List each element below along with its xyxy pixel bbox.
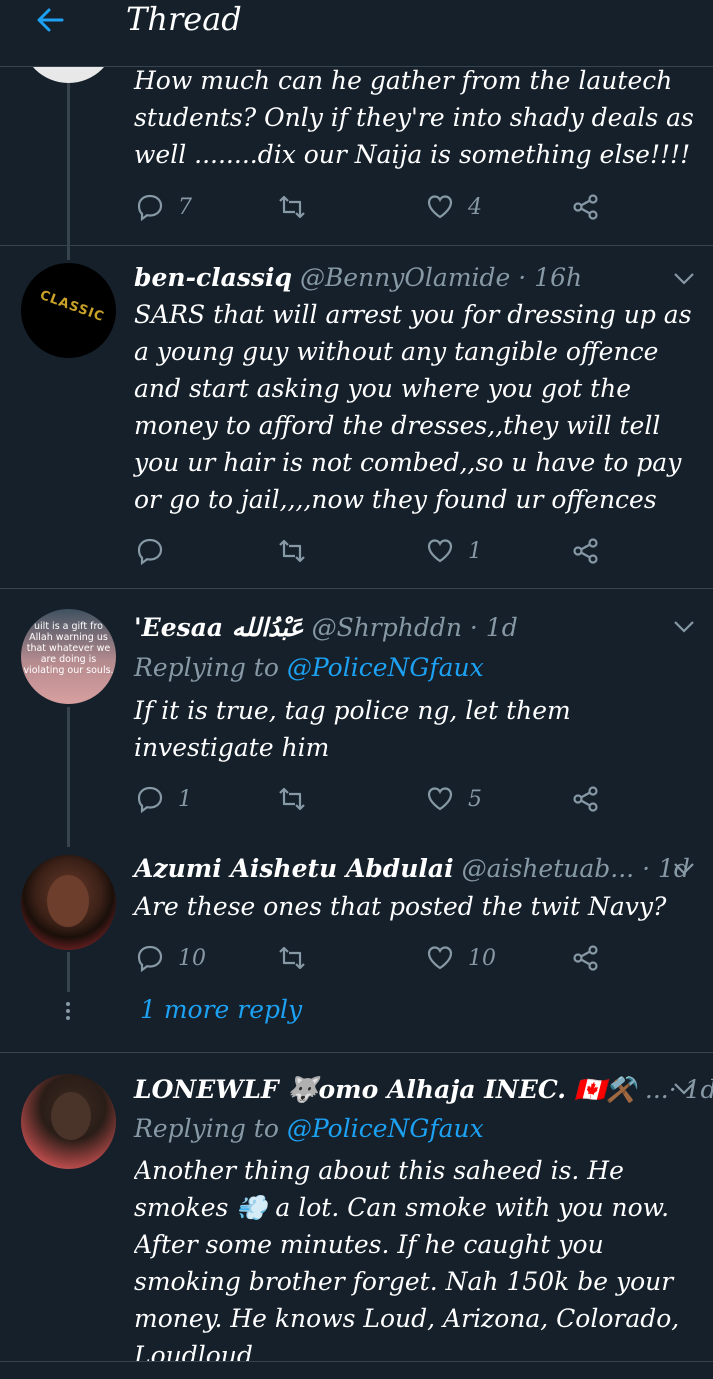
avatar-logo-text: CLASSIC: [37, 287, 107, 326]
tweet-actions: 1 5: [136, 784, 606, 814]
reply-count: 1: [178, 786, 192, 812]
share-button[interactable]: [572, 536, 600, 566]
avatar[interactable]: uilt is a gift fro Allah warning us that…: [21, 609, 116, 704]
heart-icon: [427, 787, 453, 811]
top-bar: Thread: [0, 0, 713, 67]
display-name[interactable]: 'Eesaa عَبْدُالله: [134, 613, 304, 642]
divider: [0, 1361, 713, 1362]
share-button[interactable]: [572, 192, 600, 222]
tweet-actions: 7 4: [136, 192, 606, 222]
chevron-down-icon[interactable]: [673, 272, 695, 286]
tweet-actions: 10 10: [136, 943, 606, 973]
replying-to-label: Replying to: [134, 653, 287, 682]
tweet-text: If it is true, tag police ng, let them i…: [134, 696, 571, 762]
reply-button[interactable]: [136, 536, 178, 566]
like-count: 5: [468, 786, 482, 812]
retweet-icon: [279, 946, 305, 970]
like-button[interactable]: 5: [426, 784, 482, 814]
like-count: 10: [468, 945, 496, 971]
heart-icon: [427, 946, 453, 970]
replying-to: Replying to @PoliceNGfaux: [134, 651, 484, 685]
reply-count: 7: [178, 194, 192, 220]
share-icon: [573, 194, 598, 220]
reply-icon: [137, 786, 163, 813]
heart-icon: [427, 539, 453, 563]
replying-to-label: Replying to: [134, 1114, 287, 1143]
thread-dots: [66, 1002, 71, 1022]
tweet-text: Are these ones that posted the twit Navy…: [134, 892, 667, 921]
reply-icon: [137, 194, 163, 221]
handle-time: @BennyOlamide · 16h: [299, 263, 583, 292]
thread-line: [67, 70, 70, 260]
replying-to: Replying to @PoliceNGfaux: [134, 1112, 484, 1146]
tweet-header: LONEWLF 🐺omo Alhaja INEC. 🇨🇦⚒️ ...· 1d: [134, 1073, 713, 1107]
like-count: 1: [468, 538, 482, 564]
retweet-icon: [279, 539, 305, 563]
avatar-face: [51, 1092, 91, 1140]
share-icon: [573, 945, 598, 971]
reply-button[interactable]: 10: [136, 943, 206, 973]
avatar[interactable]: CLASSIC: [21, 263, 116, 358]
reply-button[interactable]: 7: [136, 192, 192, 222]
retweet-button[interactable]: [278, 784, 306, 814]
tweet-actions: 1: [136, 536, 606, 566]
retweet-button[interactable]: [278, 536, 306, 566]
avatar-face: [47, 875, 89, 927]
retweet-icon: [279, 195, 305, 219]
handle-time: @Shrphddn · 1d: [311, 613, 518, 642]
retweet-icon: [279, 787, 305, 811]
like-button[interactable]: 1: [426, 536, 482, 566]
like-button[interactable]: 4: [426, 192, 482, 222]
avatar[interactable]: [21, 1074, 116, 1169]
reply-icon: [137, 538, 163, 565]
chevron-down-icon[interactable]: [673, 862, 695, 876]
heart-icon: [427, 195, 453, 219]
thread-line: [67, 952, 70, 992]
mention-link[interactable]: @PoliceNGfaux: [287, 653, 484, 682]
retweet-button[interactable]: [278, 192, 306, 222]
tweet-text: Another thing about this saheed is. He s…: [134, 1156, 680, 1362]
retweet-button[interactable]: [278, 943, 306, 973]
display-name[interactable]: ben-classiq: [134, 263, 292, 292]
chevron-down-icon[interactable]: [673, 1082, 695, 1096]
tweet-header: Azumi Aishetu Abdulai @aishetuab... · 1d: [134, 852, 693, 886]
share-icon: [573, 786, 598, 812]
page-title: Thread: [126, 0, 242, 38]
back-arrow-icon[interactable]: [34, 4, 66, 36]
divider: [0, 588, 713, 589]
avatar[interactable]: [21, 855, 116, 950]
share-icon: [573, 538, 598, 564]
tweet-text: SARS that will arrest you for dressing u…: [134, 300, 692, 514]
reply-button[interactable]: 1: [136, 784, 192, 814]
reply-icon: [137, 945, 163, 972]
share-button[interactable]: [572, 943, 600, 973]
display-name[interactable]: LONEWLF 🐺omo Alhaja INEC. 🇨🇦⚒️: [134, 1075, 637, 1104]
display-name[interactable]: Azumi Aishetu Abdulai: [134, 854, 454, 883]
like-button[interactable]: 10: [426, 943, 496, 973]
reply-count: 10: [178, 945, 206, 971]
handle-time: @aishetuab... · 1d: [461, 854, 690, 883]
more-replies-link[interactable]: 1 more reply: [140, 995, 302, 1024]
divider: [0, 245, 713, 246]
tweet-text: How much can he gather from the lautech …: [134, 66, 694, 169]
like-count: 4: [468, 194, 482, 220]
tweet-header: ben-classiq @BennyOlamide · 16h: [134, 261, 693, 295]
divider: [0, 1052, 713, 1053]
tweet-header: 'Eesaa عَبْدُالله @Shrphddn · 1d: [134, 611, 693, 645]
avatar-caption: uilt is a gift fro Allah warning us that…: [23, 621, 114, 676]
thread-line: [67, 707, 70, 847]
share-button[interactable]: [572, 784, 600, 814]
chevron-down-icon[interactable]: [673, 620, 695, 634]
mention-link[interactable]: @PoliceNGfaux: [287, 1114, 484, 1143]
